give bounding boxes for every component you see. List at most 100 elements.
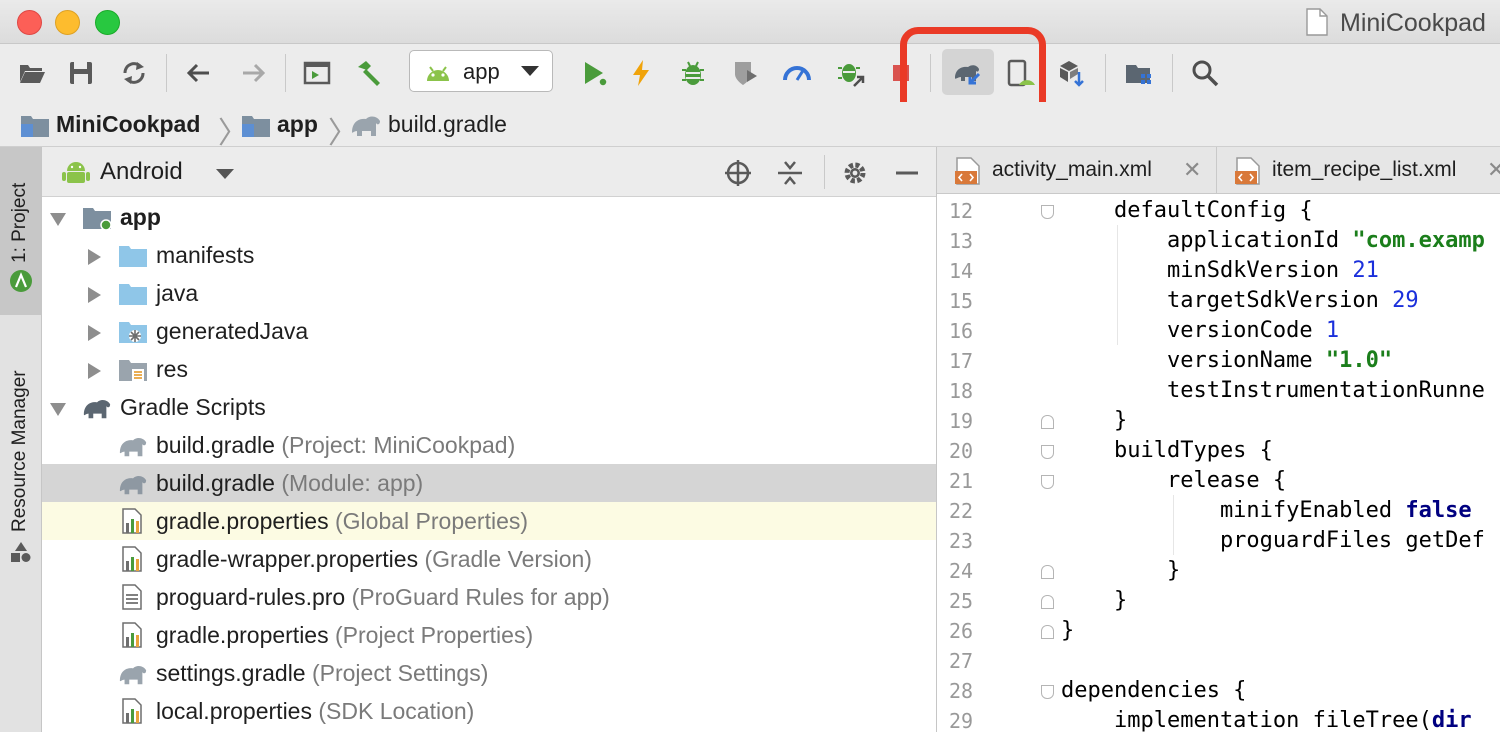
gradle-elephant-icon [119,475,147,495]
tree-item-settings-gradle[interactable]: settings.gradle (Project Settings) [42,654,936,692]
collapse-all-icon[interactable] [774,157,806,189]
close-window-button[interactable] [17,10,42,35]
profile-gauge-icon[interactable] [780,56,814,90]
tree-item-gradle-properties-global[interactable]: gradle.properties (Global Properties) [42,502,936,540]
window-title: MiniCookpad [1340,9,1486,37]
fold-collapse-icon[interactable] [1041,475,1054,489]
project-structure-icon[interactable] [1122,56,1156,90]
tree-item-label: java [156,280,199,306]
tree-item-label: Gradle Scripts [120,394,266,420]
tree-item-label: settings.gradle [156,660,306,686]
attach-debugger-icon[interactable] [300,56,334,90]
code-line: buildTypes { [1061,438,1273,463]
line-number: 27 [949,649,974,673]
resource-manager-tool-tab[interactable]: Resource Manager [0,315,41,575]
tree-item-hint: (Project: MiniCookpad) [281,432,516,458]
run-configuration-label: app [463,59,500,84]
open-icon[interactable] [15,56,49,90]
android-icon [427,66,449,81]
minimize-window-button[interactable] [55,10,80,35]
main-toolbar: app [0,44,1500,102]
line-number: 16 [949,319,974,343]
zoom-window-button[interactable] [95,10,120,35]
back-arrow-icon[interactable] [182,56,216,90]
tab-label: activity_main.xml [992,158,1152,181]
tree-item-label: build.gradle [156,432,275,458]
line-number: 18 [949,379,974,403]
toolbar-separator [1172,54,1173,92]
module-folder-icon [83,208,112,231]
fold-end-icon[interactable] [1041,595,1054,609]
tree-item-gradle-wrapper-properties[interactable]: gradle-wrapper.properties (Gradle Versio… [42,540,936,578]
breadcrumb-item-module[interactable]: app [241,111,318,138]
code-line: versionCode 1 [1061,318,1340,343]
apply-changes-icon[interactable] [624,56,658,90]
gear-icon[interactable] [839,157,871,189]
breadcrumb-item-file[interactable]: build.gradle [350,111,507,138]
tree-item-gradle-properties-project[interactable]: gradle.properties (Project Properties) [42,616,936,654]
tree-item-local-properties[interactable]: local.properties (SDK Location) [42,692,936,730]
collapsed-arrow-icon[interactable] [88,363,101,379]
hide-panel-icon[interactable] [891,157,923,189]
tree-item-label: proguard-rules.pro [156,584,346,610]
sync-icon[interactable] [117,56,151,90]
text-file-icon [122,584,142,610]
fold-collapse-icon[interactable] [1041,205,1054,219]
search-icon[interactable] [1188,56,1222,90]
tree-item-label: generatedJava [156,318,309,344]
debug-bug-icon[interactable] [676,56,710,90]
tree-item-gradle-scripts[interactable]: Gradle Scripts [42,388,936,426]
expanded-arrow-icon[interactable] [50,403,66,416]
code-line: } [1061,408,1128,433]
tool-window-strip: 1: Project Resource Manager [0,147,42,732]
fold-collapse-icon[interactable] [1041,685,1054,699]
tree-item-manifests[interactable]: manifests [42,236,936,274]
run-configuration-select[interactable]: app [409,50,553,92]
breadcrumb-item-project[interactable]: MiniCookpad [20,111,200,138]
fold-end-icon[interactable] [1041,415,1054,429]
fold-end-icon[interactable] [1041,565,1054,579]
fold-end-icon[interactable] [1041,625,1054,639]
tab-activity-main[interactable]: activity_main.xml ✕ [937,147,1217,194]
expanded-arrow-icon[interactable] [50,213,66,226]
locate-target-icon[interactable] [722,157,754,189]
toolbar-separator [285,54,286,92]
project-view-label[interactable]: Android [100,158,183,186]
run-icon[interactable] [577,56,611,90]
project-tool-tab[interactable]: 1: Project [0,147,41,315]
close-icon[interactable]: ✕ [1183,157,1201,183]
code-line: minSdkVersion 21 [1061,258,1379,283]
close-icon[interactable]: ✕ [1487,157,1500,183]
collapsed-arrow-icon[interactable] [88,249,101,265]
toolbar-separator [1105,54,1106,92]
coverage-shield-icon[interactable] [728,56,762,90]
sdk-manager-icon[interactable] [1055,56,1089,90]
tree-item-java[interactable]: java [42,274,936,312]
tree-item-proguard-rules[interactable]: proguard-rules.pro (ProGuard Rules for a… [42,578,936,616]
shapes-icon [11,542,31,562]
attach-process-icon[interactable] [834,56,868,90]
line-number: 13 [949,229,974,253]
fold-collapse-icon[interactable] [1041,445,1054,459]
build-hammer-icon[interactable] [352,56,386,90]
tree-item-build-gradle-module[interactable]: build.gradle (Module: app) [42,464,936,502]
tab-item-recipe-list[interactable]: item_recipe_list.xml ✕ [1217,147,1500,194]
collapsed-arrow-icon[interactable] [88,325,101,341]
gradle-elephant-icon [119,665,147,685]
code-line: testInstrumentationRunne [1061,378,1485,403]
line-number: 19 [949,409,974,433]
line-number: 26 [949,619,974,643]
tree-item-res[interactable]: res [42,350,936,388]
tree-item-app[interactable]: app [42,198,936,236]
line-number: 22 [949,499,974,523]
forward-arrow-icon[interactable] [236,56,270,90]
tree-item-label: res [156,356,188,382]
collapsed-arrow-icon[interactable] [88,287,101,303]
tree-item-generated-java[interactable]: generatedJava [42,312,936,350]
save-all-icon[interactable] [64,56,98,90]
line-number: 20 [949,439,974,463]
tree-item-label: gradle-wrapper.properties [156,546,419,572]
chevron-down-icon[interactable] [216,169,234,179]
code-line: minifyEnabled false [1061,498,1472,523]
tree-item-build-gradle-project[interactable]: build.gradle (Project: MiniCookpad) [42,426,936,464]
